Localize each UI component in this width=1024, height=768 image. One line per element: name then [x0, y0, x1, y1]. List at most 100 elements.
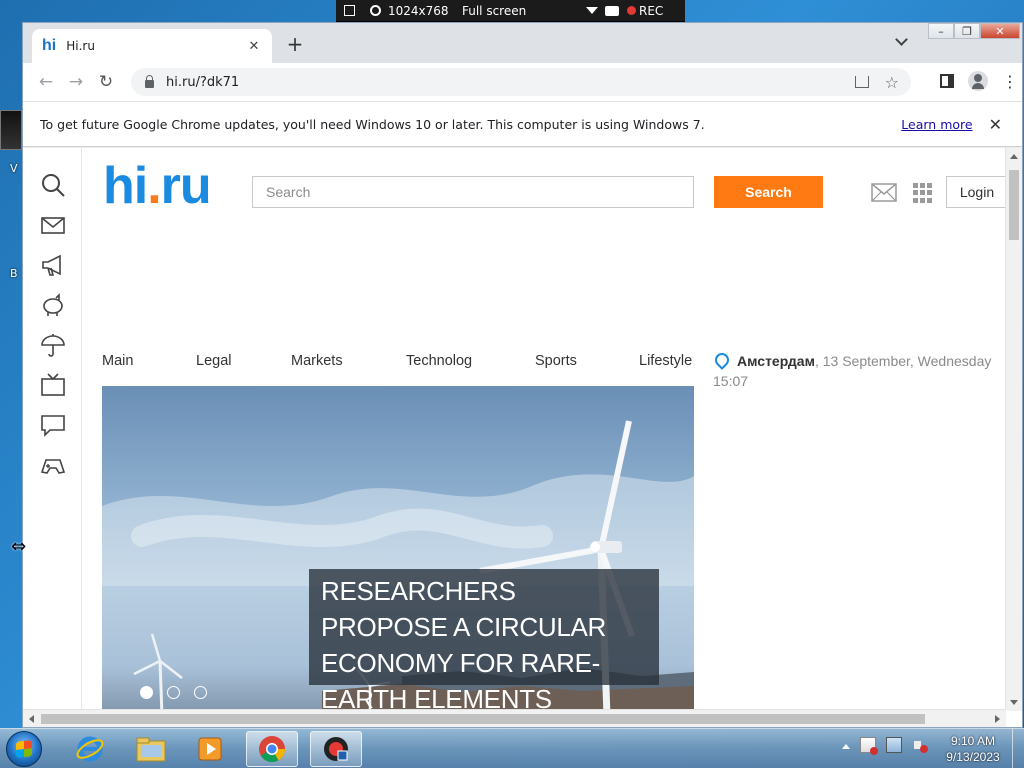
slider-dot[interactable] [140, 686, 153, 699]
dropdown-icon [586, 7, 598, 14]
tab-title: Hi.ru [66, 39, 95, 53]
internet-explorer-icon [76, 736, 104, 762]
menu-item-main[interactable]: Main [102, 353, 133, 369]
address-bar[interactable]: hi.ru/?dk71 ☆ [131, 68, 911, 96]
search-icon[interactable] [40, 172, 66, 198]
rec-label: REC [639, 3, 664, 18]
taskbar-recorder[interactable] [310, 731, 362, 767]
screenshot-button[interactable] [605, 5, 627, 16]
horizontal-scrollbar[interactable] [23, 709, 1006, 727]
side-panel-icon[interactable] [940, 74, 954, 88]
date-text: , 13 September, Wednesday [814, 353, 992, 369]
main-menu: Main Legal Markets Technolog Sports Life… [102, 353, 702, 373]
show-desktop-button[interactable] [1012, 729, 1024, 768]
menu-kebab-icon[interactable]: ⋮ [1002, 72, 1018, 91]
lock-icon[interactable] [145, 74, 154, 88]
taskbar-media-player[interactable] [184, 731, 236, 767]
slider-dots [140, 686, 207, 699]
menu-item-markets[interactable]: Markets [291, 353, 343, 369]
horizontal-scroll-thumb[interactable] [41, 714, 925, 724]
site-search-input[interactable] [252, 176, 694, 208]
time-text: 15:07 [713, 373, 749, 389]
hero-slider[interactable]: RESEARCHERS PROPOSE A CIRCULAR ECONOMY F… [102, 386, 694, 711]
gamepad-icon[interactable] [40, 452, 66, 478]
location-widget: Амстердам, 13 September, Wednesday 15:07 [712, 350, 1006, 391]
new-tab-button[interactable]: + [285, 32, 305, 56]
tab-search-chevron-icon[interactable] [895, 35, 907, 47]
tab-strip: hi Hi.ru ✕ + – ❐ ✕ [23, 23, 1022, 63]
bookmark-star-icon[interactable]: ☆ [885, 73, 899, 92]
url-text[interactable]: hi.ru/?dk71 [166, 75, 855, 90]
maximize-button[interactable]: ❐ [954, 23, 980, 39]
login-button[interactable]: Login [946, 176, 1006, 208]
recorder-toolbar: 1024x768 Full screen REC [336, 0, 685, 22]
menu-item-legal[interactable]: Legal [196, 353, 231, 369]
mail-icon[interactable] [40, 212, 66, 238]
record-button[interactable]: REC [627, 4, 663, 18]
share-icon[interactable] [854, 76, 869, 88]
mode-dropdown-button[interactable] [582, 7, 605, 14]
tab-favicon-icon: hi [42, 37, 57, 54]
forward-arrow-icon[interactable]: → [61, 72, 91, 92]
tab-close-icon[interactable]: ✕ [246, 39, 262, 54]
location-pin-icon [712, 350, 732, 370]
city-name[interactable]: Амстердам [737, 353, 815, 369]
chat-bubble-icon[interactable] [40, 412, 66, 438]
zoom-icon [370, 5, 381, 16]
logo-dot: . [147, 157, 161, 215]
update-infobar: To get future Google Chrome updates, you… [23, 101, 1022, 147]
slider-dot[interactable] [194, 686, 207, 699]
apps-grid-icon[interactable] [913, 183, 933, 203]
fullscreen-mode-label[interactable]: Full screen [462, 4, 582, 18]
vertical-scrollbar[interactable] [1005, 148, 1022, 711]
back-arrow-icon[interactable]: ← [31, 72, 61, 92]
system-tray [842, 737, 928, 755]
window-select-button[interactable] [336, 5, 362, 16]
resolution-label: 1024x768 [388, 3, 449, 18]
resolution-selector[interactable]: 1024x768 [362, 4, 462, 18]
clock-date: 9/13/2023 [946, 750, 1000, 764]
record-dot-icon [627, 6, 636, 15]
mail-envelope-icon[interactable] [871, 183, 897, 203]
vertical-scroll-thumb[interactable] [1009, 170, 1019, 240]
site-logo[interactable]: hi.ru [103, 157, 212, 215]
hero-headline[interactable]: RESEARCHERS PROPOSE A CIRCULAR ECONOMY F… [309, 569, 659, 711]
scroll-down-arrow-icon[interactable] [1010, 700, 1018, 705]
browser-window: hi Hi.ru ✕ + – ❐ ✕ ← → ↻ hi.ru/?dk71 ☆ ⋮… [22, 22, 1023, 728]
browser-toolbar: ← → ↻ hi.ru/?dk71 ☆ ⋮ [23, 63, 1022, 101]
action-center-flag-icon[interactable] [860, 737, 878, 755]
scroll-up-arrow-icon[interactable] [1010, 154, 1018, 159]
infobar-close-icon[interactable]: ✕ [989, 115, 1002, 134]
piggy-bank-icon[interactable] [40, 292, 66, 318]
megaphone-icon[interactable] [40, 252, 66, 278]
slider-dot[interactable] [167, 686, 180, 699]
menu-item-technology[interactable]: Technolog [406, 353, 472, 369]
recorder-app-icon [324, 737, 348, 761]
taskbar-chrome[interactable] [246, 731, 298, 767]
clock-time: 9:10 AM [950, 734, 996, 748]
logo-tld: ru [160, 157, 212, 215]
umbrella-icon[interactable] [40, 332, 66, 358]
system-clock[interactable]: 9:10 AM 9/13/2023 [943, 733, 1003, 765]
taskbar-file-explorer[interactable] [125, 731, 177, 767]
profile-avatar-icon[interactable] [968, 71, 988, 91]
desktop-icon-fragment[interactable] [0, 110, 22, 150]
reload-icon[interactable]: ↻ [91, 72, 121, 92]
menu-item-lifestyle[interactable]: Lifestyle [639, 353, 692, 369]
logo-hi: hi [103, 157, 148, 215]
volume-icon[interactable] [912, 737, 928, 753]
show-hidden-icons-chevron-icon[interactable] [842, 741, 850, 749]
learn-more-link[interactable]: Learn more [901, 117, 972, 132]
start-button[interactable] [6, 731, 42, 767]
minimize-button[interactable]: – [928, 23, 954, 39]
scroll-right-arrow-icon[interactable] [995, 715, 1000, 723]
resize-cursor-icon: ⇔ [11, 536, 27, 557]
tv-icon[interactable] [40, 372, 66, 398]
close-window-button[interactable]: ✕ [980, 23, 1020, 39]
tab-hiru[interactable]: hi Hi.ru ✕ [32, 29, 272, 63]
menu-item-sports[interactable]: Sports [535, 353, 577, 369]
site-search-button[interactable]: Search [714, 176, 823, 208]
scroll-left-arrow-icon[interactable] [29, 715, 34, 723]
network-icon[interactable] [886, 737, 902, 753]
taskbar-internet-explorer[interactable] [64, 731, 116, 767]
